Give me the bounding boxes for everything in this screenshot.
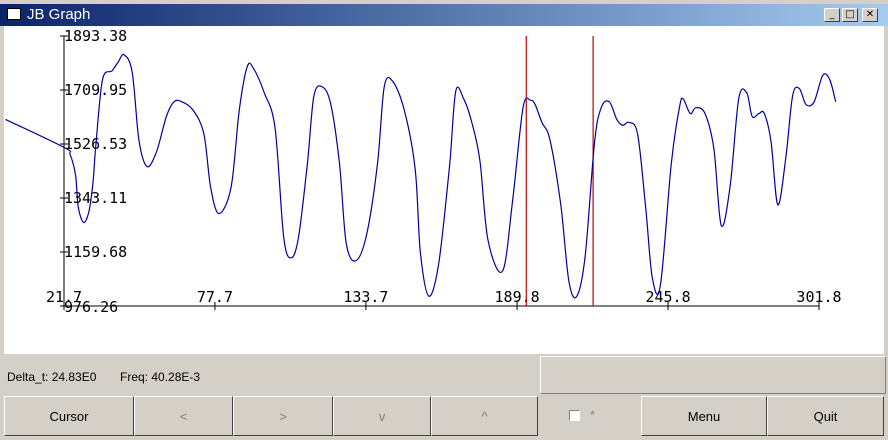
series-line [5, 53, 837, 299]
menu-button[interactable]: Menu [641, 396, 767, 436]
window-icon[interactable] [7, 8, 21, 20]
message-panel [540, 356, 886, 394]
delta-t-readout: Delta_t: 24.83E0 [7, 370, 97, 384]
cursor-up-button[interactable]: ^ [431, 396, 538, 436]
window-title: JB Graph [27, 6, 91, 23]
option-checkbox-label: * [590, 408, 595, 422]
cursor-right-button[interactable]: > [233, 396, 333, 436]
x-tick-label: 245.8 [645, 288, 690, 306]
x-tick-label: 301.8 [796, 288, 841, 306]
x-tick-label: 21.7 [46, 288, 82, 306]
chart[interactable]: 976.261159.681343.111526.531709.951893.3… [4, 26, 884, 354]
maximize-button[interactable]: □ [842, 8, 858, 22]
y-tick-label: 1893.38 [64, 27, 127, 45]
y-tick-label: 1343.11 [64, 189, 127, 207]
status-panel: Delta_t: 24.83E0 Freq: 40.28E-3 [0, 356, 538, 394]
cursor-button[interactable]: Cursor [4, 396, 134, 436]
freq-readout: Freq: 40.28E-3 [120, 370, 201, 384]
title-bar[interactable]: JB Graph _ □ ✕ [0, 4, 888, 26]
quit-button[interactable]: Quit [767, 396, 884, 436]
close-button[interactable]: ✕ [862, 8, 878, 22]
cursor-down-button[interactable]: v [333, 396, 431, 436]
window: JB Graph _ □ ✕ 976.26 1159.68 1343.11 1526.… [0, 0, 888, 440]
minimize-button[interactable]: _ [824, 8, 840, 22]
x-tick-label: 189.8 [495, 288, 540, 306]
y-tick-label: 1159.68 [64, 243, 127, 261]
graph-area[interactable]: 976.26 1159.68 1343.11 1526.53 1709.95 1893.3… [4, 26, 884, 354]
option-checkbox[interactable] [569, 410, 580, 421]
option-checkbox-group: * [540, 396, 640, 436]
cursor-left-button[interactable]: < [134, 396, 233, 436]
y-tick-label: 1709.95 [64, 81, 127, 99]
x-tick-label: 77.7 [197, 288, 233, 306]
x-tick-label: 133.7 [343, 288, 388, 306]
